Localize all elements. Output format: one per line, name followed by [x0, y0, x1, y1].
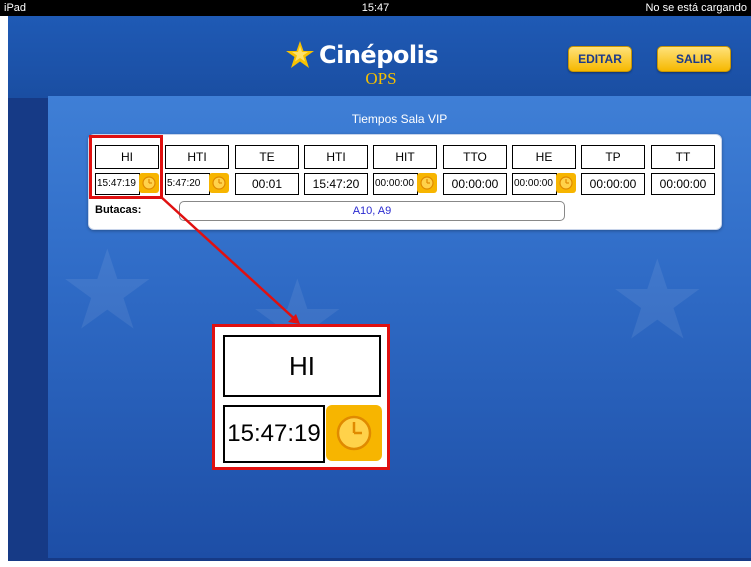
header-cell-tto: TTO	[443, 145, 507, 169]
panel-title: Tiempos Sala VIP	[351, 112, 448, 126]
seats-label: Butacas:	[95, 204, 142, 216]
value-tp: 00:00:00	[581, 173, 645, 195]
zoom-header-cell: HI	[223, 335, 381, 397]
exit-button[interactable]: SALIR	[657, 46, 731, 72]
clock-icon[interactable]	[209, 173, 229, 193]
value-te: 00:01	[235, 173, 299, 195]
header-cell-tt: TT	[651, 145, 715, 169]
ops-subtitle: OPS	[365, 69, 397, 88]
brand-logo: Cinépolis	[285, 38, 439, 72]
clock-icon	[326, 405, 382, 461]
highlight-box	[89, 135, 163, 199]
header-cell-hit: HIT	[373, 145, 437, 169]
times-card: HI HTI TE HTI HIT TTO HE TP TT 15:47:19 …	[88, 134, 722, 230]
clock-icon[interactable]	[556, 173, 576, 193]
header-cell-tp: TP	[581, 145, 645, 169]
value-he: 00:00:00	[512, 173, 557, 195]
brand-name: Cinépolis	[319, 41, 439, 69]
bg-star-icon: ★	[608, 239, 707, 362]
value-tto: 00:00:00	[443, 173, 507, 195]
seats-field[interactable]: A10, A9	[179, 201, 565, 221]
value-tt: 00:00:00	[651, 173, 715, 195]
star-icon	[286, 41, 314, 68]
value-hit: 00:00:00	[373, 173, 418, 195]
bg-star-icon: ★	[58, 229, 157, 352]
clock-icon[interactable]	[417, 173, 437, 193]
header-cell-te: TE	[235, 145, 299, 169]
edit-button[interactable]: EDITAR	[568, 46, 632, 72]
status-bar: iPad 15:47 No se está cargando	[0, 0, 751, 16]
header-cell-hti: HTI	[165, 145, 229, 169]
value-hti-2: 15:47:20	[304, 173, 368, 195]
zoom-value-cell: 15:47:19	[223, 405, 325, 463]
value-hti: 5:47:20	[165, 173, 210, 195]
header-cell-he: HE	[512, 145, 576, 169]
header-cell-hti-2: HTI	[304, 145, 368, 169]
clock-time: 15:47	[361, 2, 390, 14]
battery-status: No se está cargando	[645, 2, 747, 14]
zoom-callout: HI 15:47:19	[212, 324, 390, 470]
